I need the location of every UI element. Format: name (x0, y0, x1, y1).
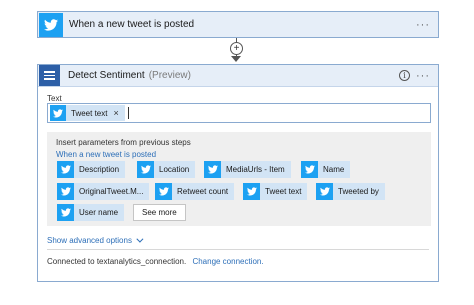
text-caret (127, 107, 129, 119)
twitter-icon (57, 183, 74, 200)
remove-token-button[interactable]: × (113, 108, 118, 118)
param-chip-retweet-count[interactable]: Retweet count (155, 183, 235, 200)
twitter-icon (137, 161, 154, 178)
twitter-icon (57, 161, 74, 178)
insert-params-hint: Insert parameters from previous steps (56, 138, 191, 147)
twitter-icon (204, 161, 221, 178)
param-chip-user-name[interactable]: User name (57, 204, 125, 221)
chevron-down-icon (136, 235, 144, 243)
chip-label: Tweeted by (338, 187, 379, 196)
preview-badge: (Preview) (148, 70, 191, 81)
chip-label: Location (159, 165, 190, 174)
param-chip-tweeted-by[interactable]: Tweeted by (316, 183, 385, 200)
chip-label: Retweet count (177, 187, 229, 196)
twitter-icon (39, 12, 63, 37)
tweet-text-token[interactable]: Tweet text × (50, 105, 125, 121)
action-more-button[interactable]: ··· (416, 70, 430, 82)
add-step-button[interactable]: + (230, 42, 243, 55)
chip-label: Tweet text (265, 187, 302, 196)
chip-label: OriginalTweet.M... (79, 187, 144, 196)
param-chip-mediaurls-item[interactable]: MediaUrls - Item (204, 161, 291, 178)
action-title: Detect Sentiment (68, 70, 145, 81)
action-card: Detect Sentiment (Preview) i ··· Text Tw… (37, 64, 439, 282)
chip-label: MediaUrls - Item (226, 165, 285, 174)
see-more-button[interactable]: See more (133, 204, 186, 221)
param-chip-originaltweet[interactable]: OriginalTweet.M... (57, 183, 150, 200)
twitter-icon (50, 105, 66, 121)
show-advanced-options-link[interactable]: Show advanced options (47, 235, 144, 245)
twitter-icon (155, 183, 172, 200)
twitter-icon (57, 204, 74, 221)
advanced-options-label: Show advanced options (47, 236, 132, 245)
chip-label: Name (323, 165, 345, 174)
param-chip-tweet-text[interactable]: Tweet text (243, 183, 308, 200)
token-label: Tweet text (71, 108, 108, 118)
trigger-title: When a new tweet is posted (69, 19, 195, 30)
info-icon[interactable]: i (399, 70, 410, 81)
divider (47, 249, 429, 250)
dynamic-content-panel: Insert parameters from previous steps Wh… (47, 132, 431, 226)
twitter-icon (316, 183, 333, 200)
chip-label: Description (79, 165, 120, 174)
connection-info: Connected to textanalytics_connection. C… (47, 257, 264, 266)
param-chip-name[interactable]: Name (301, 161, 351, 178)
text-analytics-icon (39, 65, 60, 86)
change-connection-link[interactable]: Change connection. (192, 257, 263, 266)
text-field-label: Text (47, 94, 62, 103)
text-input[interactable]: Tweet text × (47, 103, 431, 123)
param-chip-description[interactable]: Description (57, 161, 126, 178)
twitter-icon (301, 161, 318, 178)
twitter-icon (243, 183, 260, 200)
trigger-more-button[interactable]: ··· (416, 19, 430, 31)
action-header[interactable]: Detect Sentiment (Preview) i ··· (38, 65, 438, 87)
arrow-down-icon (231, 56, 241, 62)
param-chip-location[interactable]: Location (137, 161, 196, 178)
chip-label: User name (79, 208, 119, 217)
source-step-label: When a new tweet is posted (56, 150, 157, 159)
connection-text: Connected to textanalytics_connection. (47, 257, 187, 266)
trigger-card[interactable]: When a new tweet is posted ··· (37, 11, 439, 38)
